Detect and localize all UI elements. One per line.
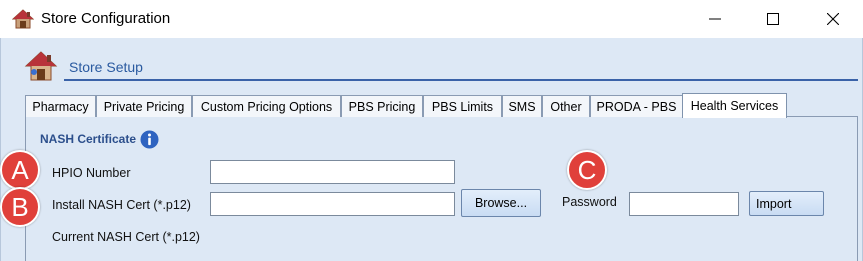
marker-a: A <box>0 150 40 190</box>
maximize-button[interactable] <box>750 0 796 38</box>
window-title: Store Configuration <box>41 10 171 27</box>
marker-c: C <box>567 150 607 190</box>
hpio-number-input[interactable] <box>210 160 455 184</box>
maximize-icon <box>767 13 779 25</box>
info-icon[interactable] <box>140 130 159 149</box>
tab-pbs-limits[interactable]: PBS Limits <box>423 95 502 117</box>
marker-b: B <box>0 187 40 227</box>
tab-custom-pricing-options[interactable]: Custom Pricing Options <box>192 95 341 117</box>
title-bar: Store Configuration <box>0 0 863 38</box>
password-label: Password <box>562 195 617 209</box>
install-nash-cert-input[interactable] <box>210 192 455 216</box>
tab-health-services[interactable]: Health Services <box>682 93 787 118</box>
page-title: Store Setup <box>69 59 143 75</box>
tab-proda-pbs[interactable]: PRODA - PBS <box>590 95 683 117</box>
section-title-nash: NASH Certificate <box>40 132 137 146</box>
store-house-icon <box>24 51 58 81</box>
tab-pbs-pricing[interactable]: PBS Pricing <box>341 95 423 117</box>
hpio-number-label: HPIO Number <box>52 166 131 180</box>
current-nash-cert-label: Current NASH Cert (*.p12) <box>52 230 200 244</box>
tab-private-pricing[interactable]: Private Pricing <box>96 95 192 117</box>
browse-button[interactable]: Browse... <box>461 189 541 217</box>
close-icon <box>827 13 839 25</box>
tab-pharmacy[interactable]: Pharmacy <box>25 95 96 117</box>
password-input[interactable] <box>629 192 739 216</box>
install-nash-cert-label: Install NASH Cert (*.p12) <box>52 198 191 212</box>
tab-other[interactable]: Other <box>542 95 590 117</box>
close-button[interactable] <box>810 0 856 38</box>
tab-sms[interactable]: SMS <box>502 95 542 117</box>
minimize-button[interactable] <box>692 0 738 38</box>
house-icon <box>12 9 34 29</box>
header-divider <box>64 79 858 81</box>
minimize-icon <box>709 18 721 20</box>
import-button[interactable]: Import <box>749 191 824 216</box>
